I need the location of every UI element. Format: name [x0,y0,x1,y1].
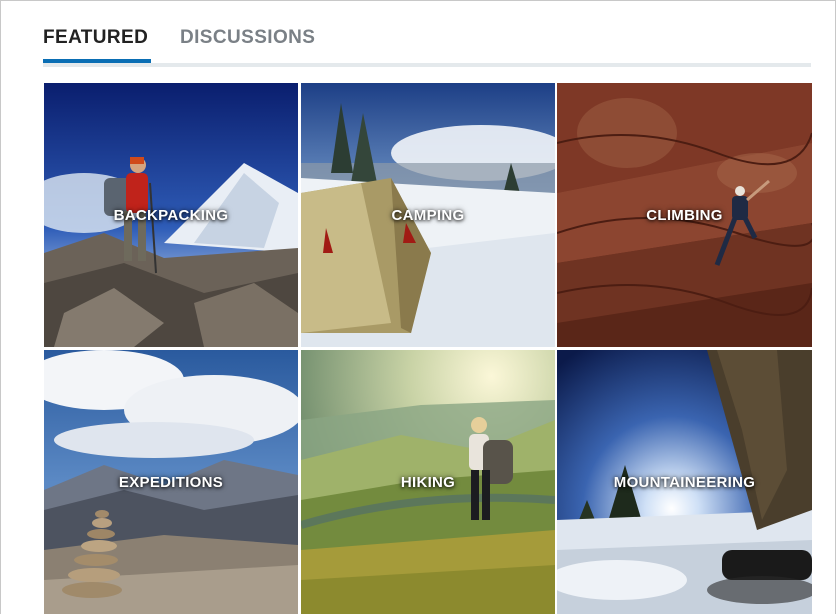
featured-panel: FEATURED DISCUSSIONS BACKPACKING CAMPING… [0,0,836,614]
tile-hiking[interactable]: HIKING [301,350,555,614]
tile-label-expeditions: EXPEDITIONS [118,474,224,491]
tile-expeditions[interactable]: EXPEDITIONS [44,350,298,614]
tile-backpacking[interactable]: BACKPACKING [44,83,298,347]
tab-discussions[interactable]: DISCUSSIONS [180,27,315,49]
tile-label-hiking: HIKING [400,474,456,491]
tile-climbing[interactable]: CLIMBING [557,83,812,347]
tile-camping[interactable]: CAMPING [301,83,555,347]
tile-label-camping: CAMPING [391,207,465,224]
tab-featured[interactable]: FEATURED [43,27,151,63]
tab-bar: FEATURED DISCUSSIONS [43,25,811,67]
tile-mountaineering[interactable]: MOUNTAINEERING [557,350,812,614]
tab-discussions-label: DISCUSSIONS [180,27,316,48]
activity-grid: BACKPACKING CAMPING CLIMBING EXPEDITIONS… [44,83,812,616]
tile-label-backpacking: BACKPACKING [113,207,229,224]
tile-label-climbing: CLIMBING [646,207,723,224]
tab-featured-label: FEATURED [43,27,149,48]
tile-label-mountaineering: MOUNTAINEERING [613,474,756,491]
active-tab-indicator [43,59,151,63]
